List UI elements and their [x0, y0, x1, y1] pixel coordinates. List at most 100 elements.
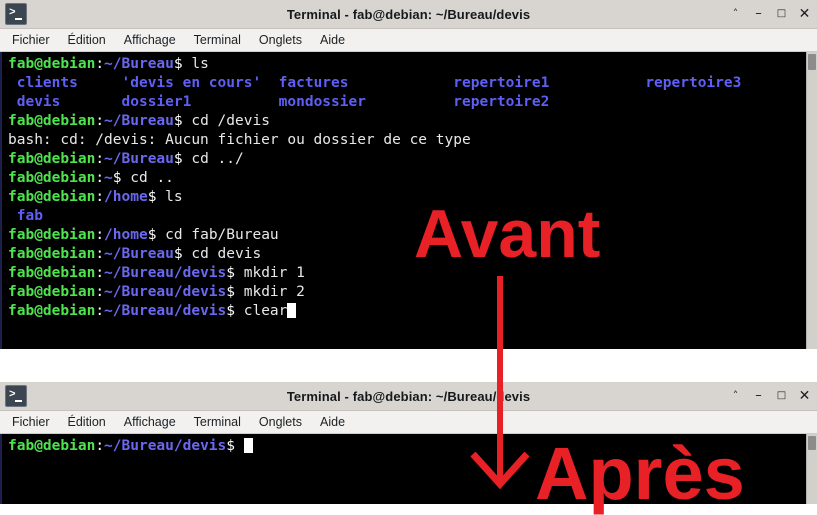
menubar[interactable]: Fichier Édition Affichage Terminal Ongle… — [0, 29, 817, 52]
terminal-line: fab@debian:~/Bureau/devis$ mkdir 2 — [8, 283, 817, 302]
terminal-command: cd ../ — [191, 151, 244, 167]
menu-onglets[interactable]: Onglets — [259, 33, 302, 47]
terminal-output[interactable]: fab@debian:~/Bureau/devis$ — [2, 434, 817, 456]
terminal-area[interactable]: fab@debian:~/Bureau/devis$ — [0, 434, 817, 504]
terminal-line: fab@debian:~/Bureau$ cd ../ — [8, 150, 817, 169]
directory-name: repertoire1 — [453, 75, 550, 91]
prompt-user: fab@debian — [8, 265, 96, 281]
prompt-path: ~/Bureau — [104, 246, 174, 262]
prompt-separator: : — [95, 438, 105, 454]
scrollbar-thumb[interactable] — [808, 54, 816, 70]
minimize-button[interactable]: – — [752, 6, 765, 22]
menu-aide[interactable]: Aide — [320, 33, 345, 47]
shade-button[interactable]: ˄ — [729, 388, 742, 404]
menu-affichage[interactable]: Affichage — [124, 415, 176, 429]
terminal-error-text: bash: cd: /devis: Aucun fichier ou dossi… — [8, 132, 471, 148]
terminal-line: devis dossier1 mondossier repertoire2 — [8, 93, 817, 112]
terminal-icon — [5, 3, 27, 25]
prompt-separator: : — [95, 170, 105, 186]
prompt-symbol: $ — [173, 151, 192, 167]
menu-onglets[interactable]: Onglets — [259, 415, 302, 429]
terminal-line: fab — [8, 207, 817, 226]
close-button[interactable]: ✕ — [798, 6, 811, 22]
scrollbar-thumb[interactable] — [808, 436, 816, 450]
window-title: Terminal - fab@debian: ~/Bureau/devis — [286, 6, 531, 22]
menu-aide[interactable]: Aide — [320, 415, 345, 429]
prompt-user: fab@debian — [8, 303, 96, 319]
terminal-command: cd fab/Bureau — [165, 227, 279, 243]
directory-name: 'devis en cours' — [121, 75, 262, 91]
prompt-symbol: $ — [226, 438, 244, 454]
terminal-command: clear — [243, 303, 288, 319]
prompt-user: fab@debian — [8, 246, 96, 262]
menu-fichier[interactable]: Fichier — [12, 415, 50, 429]
terminal-scrollbar[interactable] — [806, 52, 817, 350]
terminal-output[interactable]: fab@debian:~/Bureau$ ls clients 'devis e… — [2, 52, 817, 321]
minimize-button[interactable]: – — [752, 388, 765, 404]
terminal-area[interactable]: fab@debian:~/Bureau$ ls clients 'devis e… — [0, 52, 817, 350]
maximize-button[interactable]: □ — [775, 6, 788, 22]
menu-fichier[interactable]: Fichier — [12, 33, 50, 47]
prompt-user: fab@debian — [8, 113, 96, 129]
window-controls[interactable]: ˄ – □ ✕ — [729, 382, 811, 410]
prompt-separator: : — [95, 227, 105, 243]
prompt-user: fab@debian — [8, 227, 96, 243]
menubar[interactable]: Fichier Édition Affichage Terminal Ongle… — [0, 411, 817, 434]
prompt-path: ~/Bureau/devis — [104, 284, 227, 300]
titlebar[interactable]: Terminal - fab@debian: ~/Bureau/devis ˄ … — [0, 0, 817, 29]
terminal-command: cd /devis — [191, 113, 270, 129]
terminal-icon — [5, 385, 27, 407]
prompt-symbol: $ — [112, 170, 131, 186]
prompt-separator: : — [95, 303, 105, 319]
prompt-symbol: $ — [226, 303, 244, 319]
prompt-user: fab@debian — [8, 56, 96, 72]
directory-name: fab — [16, 208, 43, 224]
close-button[interactable]: ✕ — [798, 388, 811, 404]
terminal-line: fab@debian:~/Bureau$ cd /devis — [8, 112, 817, 131]
prompt-symbol: $ — [147, 227, 166, 243]
prompt-path: /home — [104, 189, 148, 205]
desktop-background — [0, 349, 817, 382]
directory-name: clients — [16, 75, 78, 91]
prompt-path: ~/Bureau/devis — [104, 438, 227, 454]
prompt-user: fab@debian — [8, 284, 96, 300]
titlebar[interactable]: Terminal - fab@debian: ~/Bureau/devis ˄ … — [0, 382, 817, 411]
terminal-window-after[interactable]: Terminal - fab@debian: ~/Bureau/devis ˄ … — [0, 382, 817, 504]
menu-terminal[interactable]: Terminal — [194, 33, 241, 47]
directory-name: factures — [278, 75, 349, 91]
prompt-symbol: $ — [226, 284, 244, 300]
directory-name: dossier1 — [121, 94, 192, 110]
prompt-path: /home — [104, 227, 148, 243]
menu-edition[interactable]: Édition — [68, 33, 106, 47]
menu-affichage[interactable]: Affichage — [124, 33, 176, 47]
prompt-path: ~/Bureau/devis — [104, 303, 227, 319]
window-controls[interactable]: ˄ – □ ✕ — [729, 0, 811, 28]
directory-name: mondossier — [278, 94, 366, 110]
prompt-user: fab@debian — [8, 170, 96, 186]
shade-button[interactable]: ˄ — [729, 6, 742, 22]
terminal-line: fab@debian:~/Bureau$ ls — [8, 55, 817, 74]
terminal-line: fab@debian:~/Bureau/devis$ mkdir 1 — [8, 264, 817, 283]
terminal-command: ls — [165, 189, 183, 205]
maximize-button[interactable]: □ — [775, 388, 788, 404]
prompt-path: ~ — [104, 170, 113, 186]
prompt-user: fab@debian — [8, 189, 96, 205]
terminal-line: bash: cd: /devis: Aucun fichier ou dossi… — [8, 131, 817, 150]
terminal-command: cd .. — [130, 170, 174, 186]
terminal-line: fab@debian:~/Bureau/devis$ — [8, 437, 817, 456]
prompt-symbol: $ — [173, 246, 192, 262]
directory-name: repertoire3 — [645, 75, 742, 91]
menu-edition[interactable]: Édition — [68, 415, 106, 429]
terminal-line: fab@debian:~/Bureau/devis$ clear — [8, 302, 817, 321]
terminal-window-before[interactable]: Terminal - fab@debian: ~/Bureau/devis ˄ … — [0, 0, 817, 350]
terminal-scrollbar[interactable] — [806, 434, 817, 504]
menu-terminal[interactable]: Terminal — [194, 415, 241, 429]
terminal-line: fab@debian:~$ cd .. — [8, 169, 817, 188]
prompt-path: ~/Bureau — [104, 56, 174, 72]
